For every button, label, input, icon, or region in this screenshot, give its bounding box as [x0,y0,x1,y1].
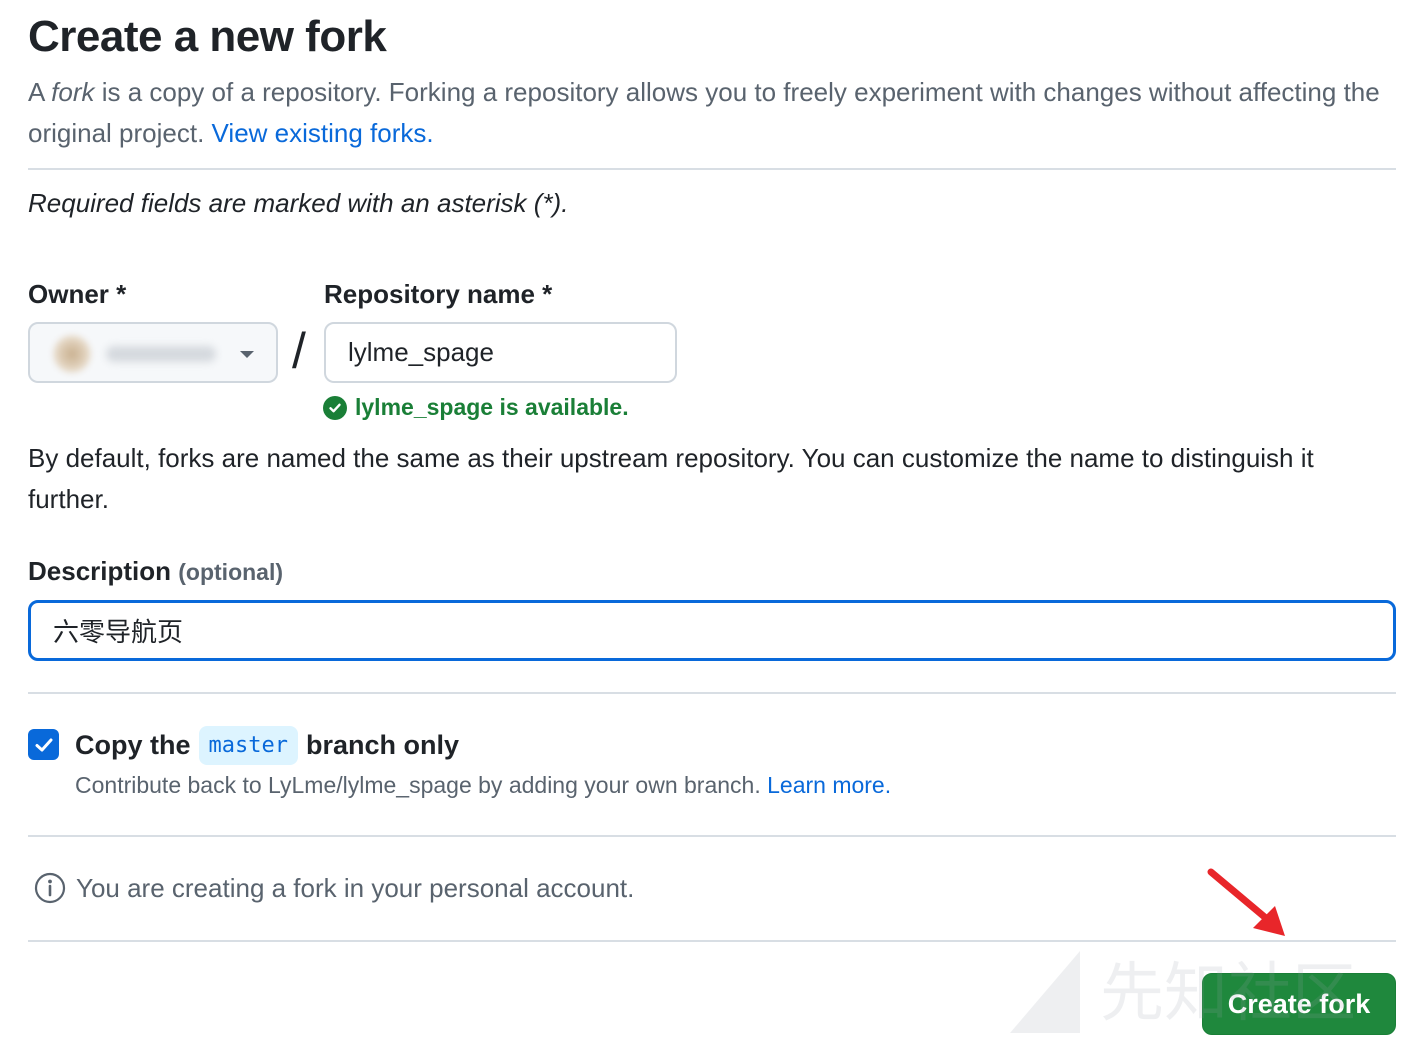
intro-text: A fork is a copy of a repository. Forkin… [28,72,1388,154]
personal-account-notice: You are creating a fork in your personal… [34,872,634,904]
copy-branch-label-suffix: branch only [306,730,460,760]
description-label-text: Description [28,556,172,586]
page-title: Create a new fork [28,12,387,61]
divider [28,168,1396,170]
owner-name-blurred [106,346,216,362]
checkmark-icon [35,738,52,751]
intro-prefix: A [28,77,52,107]
check-circle-icon [323,395,347,420]
owner-select[interactable] [28,322,278,383]
personal-account-notice-text: You are creating a fork in your personal… [76,872,635,903]
learn-more-link[interactable]: Learn more. [767,772,891,798]
intro-fork-word: fork [51,77,95,107]
owner-label: Owner * [28,279,127,309]
divider [28,692,1396,694]
repository-name-label: Repository name * [324,279,553,309]
watermark-text: 先知社区 [1100,957,1356,1031]
copy-master-branch-checkbox[interactable] [28,729,59,760]
repository-name-input[interactable] [324,322,677,383]
copy-branch-description: Contribute back to LyLme/lylme_spage by … [75,772,891,799]
availability-text: lylme_spage is available. [355,394,629,420]
description-input[interactable] [28,600,1396,661]
watermark-logo-icon: 先知社区 [1010,951,1356,1033]
default-name-note: By default, forks are named the same as … [28,443,1314,514]
description-label: Description (optional) [28,556,283,587]
copy-branch-label-prefix: Copy the [75,730,191,760]
branch-name-code: master [198,726,298,765]
availability-message: lylme_spage is available. [323,394,629,421]
info-icon [34,872,66,904]
copy-branch-label[interactable]: Copy the master branch only [75,726,459,765]
optional-tag: (optional) [178,559,284,585]
avatar [52,334,92,374]
copy-branch-description-text: Contribute back to LyLme/lylme_spage by … [75,772,768,798]
chevron-down-icon [240,351,254,358]
owner-repo-separator: / [292,323,306,379]
required-fields-note: Required fields are marked with an aster… [28,188,569,218]
divider [28,835,1396,837]
divider [28,940,1396,942]
view-existing-forks-link[interactable]: View existing forks. [212,118,434,148]
annotation-arrow-icon [1207,868,1285,936]
